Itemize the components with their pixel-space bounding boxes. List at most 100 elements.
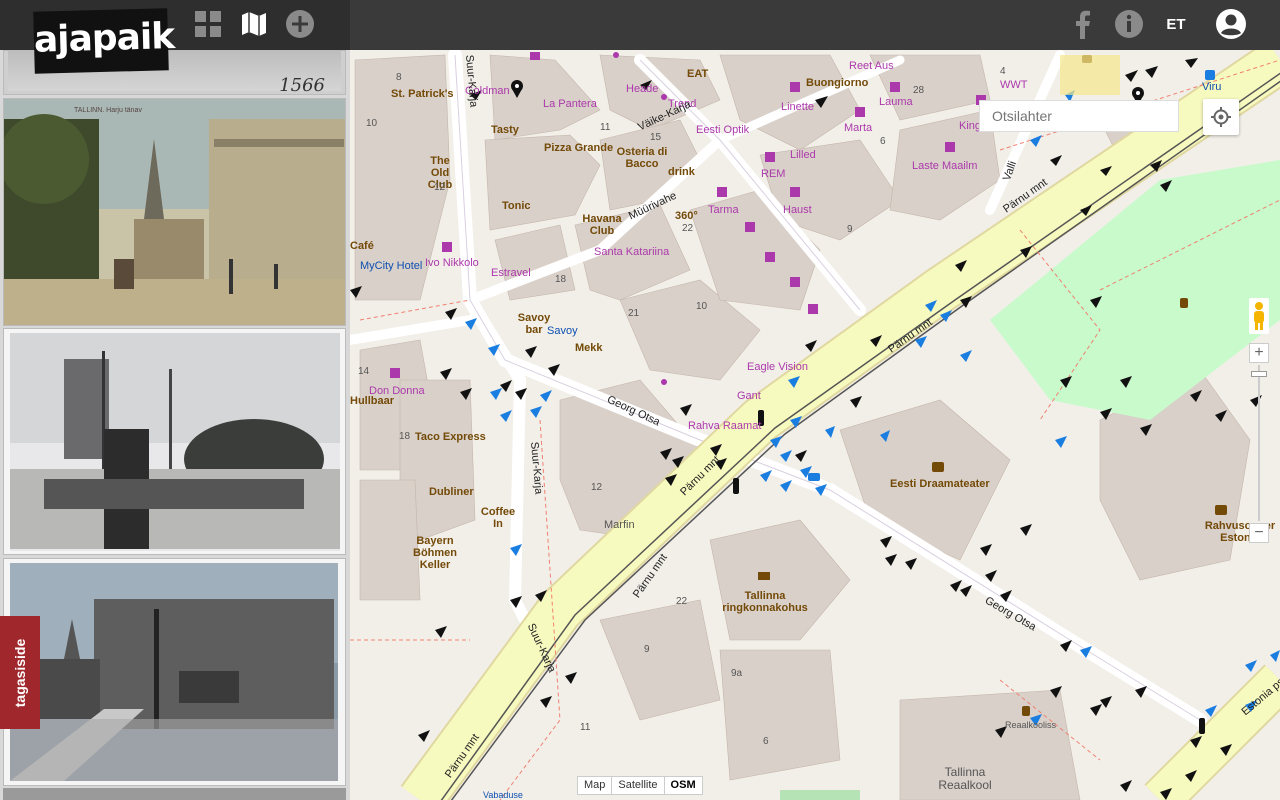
map-label: Pizza Grande: [544, 142, 614, 154]
house-number: 15: [650, 132, 662, 143]
archive-number: 1566: [279, 75, 325, 95]
house-number: 21: [628, 308, 640, 319]
map-type-selector: Map Satellite OSM: [577, 776, 703, 795]
map-search-input[interactable]: [979, 100, 1179, 132]
map-label: Eesti Optik: [696, 124, 750, 136]
map-label: Tasty: [491, 124, 519, 136]
map-label: Buongiorno: [806, 77, 869, 89]
grid-icon[interactable]: [192, 8, 224, 40]
map-label: Laste Maailm: [912, 160, 978, 172]
info-icon[interactable]: [1113, 8, 1145, 40]
photo-thumbnail-2[interactable]: [3, 328, 346, 555]
house-number: 9a: [731, 668, 743, 679]
map-label: EAT: [687, 68, 709, 80]
ajapaik-logo[interactable]: ajapaik: [33, 8, 175, 74]
map-label: Dubliner: [429, 486, 474, 498]
map-label: Heade: [626, 83, 659, 95]
house-number: 18: [555, 274, 567, 285]
map-label: Rahva Raamat: [688, 420, 762, 432]
house-number: 12: [591, 482, 603, 493]
map-type-map-button[interactable]: Map: [577, 776, 613, 795]
house-number: 11: [600, 122, 611, 133]
house-number: 9: [644, 644, 650, 655]
map-label: Savoy: [547, 325, 578, 337]
map-label: REM: [761, 168, 786, 180]
facebook-icon[interactable]: [1066, 8, 1098, 40]
map-label: Tallinna Reaalkool: [938, 765, 992, 792]
house-number: 28: [913, 85, 925, 96]
zoom-slider-track[interactable]: [1258, 365, 1260, 521]
street-view-pegman[interactable]: [1249, 298, 1269, 334]
house-number: 12: [434, 182, 446, 193]
map-label: Café: [350, 240, 374, 252]
top-bar: ET: [0, 0, 1280, 50]
map-label: Lilled: [790, 149, 816, 161]
user-icon[interactable]: [1215, 8, 1247, 40]
feedback-tab[interactable]: tagasiside: [0, 616, 40, 729]
house-number: 14: [358, 366, 370, 377]
map-label: Coffee In: [480, 506, 516, 530]
map-type-satellite-button[interactable]: Satellite: [611, 776, 665, 795]
map-label: Viru: [1202, 81, 1222, 93]
house-number: 11: [580, 722, 591, 733]
map-label: WWT: [1000, 79, 1028, 91]
photo-thumbnail-4-partial[interactable]: [3, 788, 346, 800]
map-label: Tallinna ringkonnakohus: [722, 590, 808, 614]
map-label: Bayern Böhmen Keller: [413, 535, 457, 571]
feedback-label: tagasiside: [12, 638, 28, 707]
map-label: Reaalkooliss: [1005, 720, 1057, 730]
house-number: 18: [399, 431, 411, 442]
house-number: 6: [880, 136, 886, 147]
house-number: 9: [847, 224, 853, 235]
locate-me-button[interactable]: [1203, 99, 1239, 135]
zoom-out-button[interactable]: −: [1249, 523, 1269, 543]
map-label: Hullbaar: [350, 395, 395, 407]
house-number: 8: [396, 72, 402, 83]
logo-text: ajapaik: [33, 16, 175, 61]
map-label: Eesti Draamateater: [890, 478, 990, 490]
photo-thumbnail-1[interactable]: TALLINN. Harju tänav: [3, 98, 346, 326]
map-icon[interactable]: [238, 8, 270, 40]
map-label: MyCity Hotel: [360, 260, 423, 272]
postcard-caption: TALLINN. Harju tänav: [74, 107, 142, 114]
house-number: 4: [1000, 66, 1006, 77]
map-label: Osteria di Bacco: [616, 146, 668, 170]
zoom-control[interactable]: + −: [1249, 343, 1269, 543]
pegman-icon: [1254, 302, 1264, 330]
map-label: Reet Aus: [849, 60, 894, 72]
photo-sidebar[interactable]: 1566 TALLINN. Harju tänav: [0, 50, 350, 800]
map-label: Santa Katariina: [594, 246, 670, 258]
map-label: Ivo Nikkolo: [425, 257, 479, 269]
map-label: St. Patrick's: [391, 88, 454, 100]
house-number: 6: [763, 736, 769, 747]
map-label: Savoy bar: [517, 312, 551, 336]
house-number: 10: [696, 301, 708, 312]
map-label: Vabaduse: [483, 790, 523, 800]
map-label: Havana Club: [582, 213, 622, 237]
map-label: Tonic: [502, 200, 531, 212]
map-label: Tarma: [708, 204, 739, 216]
map-label: Marta: [844, 122, 873, 134]
map-label: Mekk: [575, 342, 603, 354]
photo-thumbnail-3[interactable]: [3, 558, 346, 786]
map-label: La Pantera: [543, 98, 597, 110]
map-label: Linette: [781, 101, 815, 113]
language-switch[interactable]: ET: [1160, 0, 1192, 50]
house-number: 10: [366, 118, 378, 129]
map-label: Estravel: [491, 267, 531, 279]
map-label: Haust: [783, 204, 812, 216]
map-canvas[interactable]: St. Patrick's Goldman La Pantera EAT Hea…: [350, 50, 1280, 800]
crosshair-icon: [1211, 107, 1231, 127]
map-label: Eagle Vision: [747, 361, 808, 373]
map-label: Lauma: [879, 96, 913, 108]
map-label: drink: [668, 166, 695, 178]
zoom-in-button[interactable]: +: [1249, 343, 1269, 363]
zoom-slider-thumb[interactable]: [1251, 371, 1267, 377]
map-tiles: [350, 50, 1280, 800]
plus-circle-icon[interactable]: [284, 8, 316, 40]
map-label: Taco Express: [415, 431, 486, 443]
map-label: King: [959, 120, 982, 132]
house-number: 22: [676, 596, 688, 607]
map-type-osm-button[interactable]: OSM: [663, 776, 703, 795]
house-number: 22: [682, 223, 694, 234]
